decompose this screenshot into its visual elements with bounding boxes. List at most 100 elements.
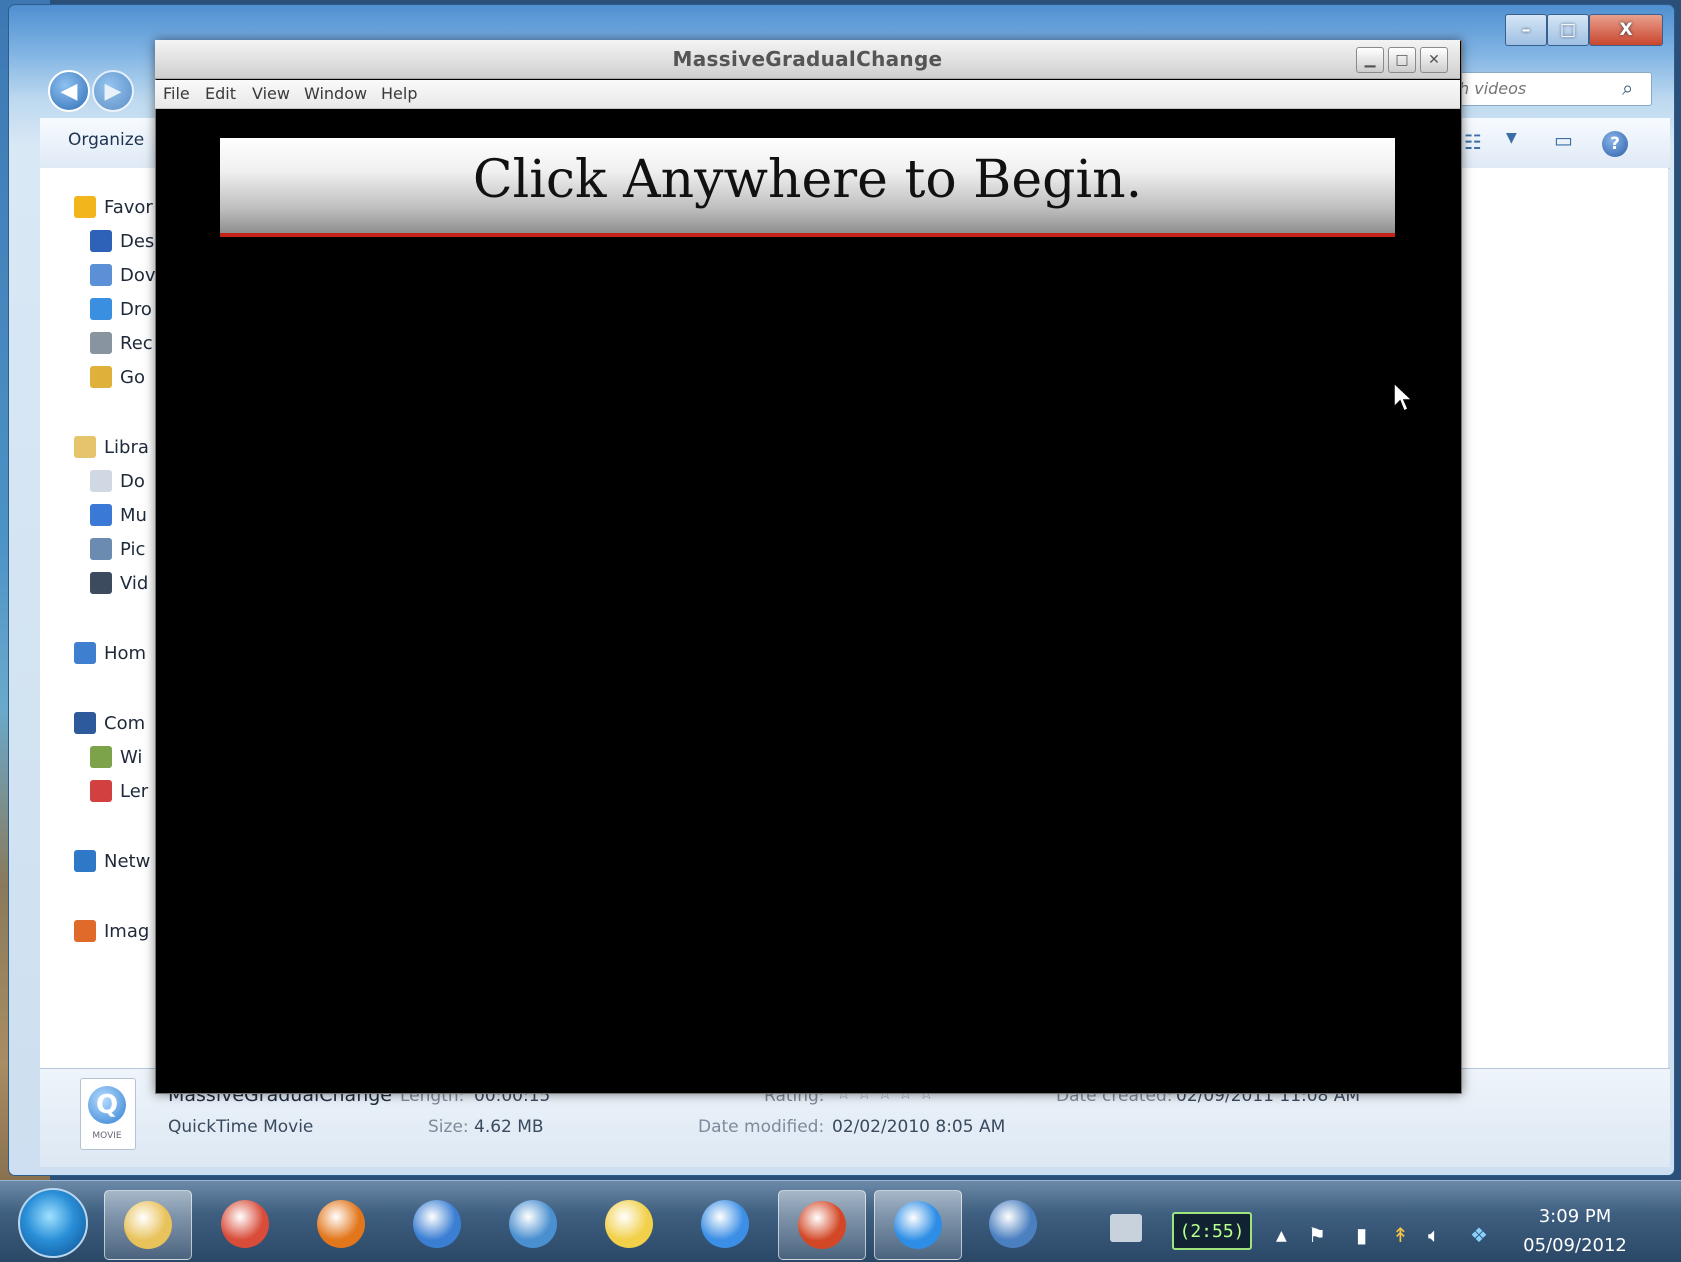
music-icon (90, 504, 112, 526)
virtual-machine-taskbar-button[interactable] (490, 1190, 576, 1258)
nav-item-label: Dov (120, 264, 156, 286)
nav-item[interactable]: Imag (74, 920, 149, 942)
pictures-icon (90, 538, 112, 560)
app-minimize-button[interactable]: ▁ (1356, 47, 1384, 73)
app-close-button[interactable]: ✕ (1420, 47, 1448, 73)
nav-item-label: Dro (120, 298, 152, 320)
google-drive-icon (90, 366, 112, 388)
back-arrow-icon: ◀ (60, 78, 78, 104)
close-button[interactable]: X (1589, 14, 1663, 46)
nav-item-label: Pic (120, 538, 146, 560)
nav-item[interactable]: Do (90, 470, 145, 492)
remote-desktop-taskbar-button[interactable] (394, 1190, 480, 1258)
firefox-taskbar-button[interactable] (298, 1190, 384, 1258)
nav-item-label: Libra (104, 436, 149, 458)
network-drive-icon (989, 1200, 1037, 1248)
mouse-cursor-icon (1393, 381, 1414, 413)
firefox-icon (317, 1200, 365, 1248)
nav-item[interactable]: Pic (90, 538, 145, 560)
clock-time[interactable]: 3:09 PM (1520, 1206, 1630, 1227)
downloads-icon (90, 264, 112, 286)
search-input[interactable] (1457, 73, 1621, 103)
app-title: MassiveGradualChange (672, 47, 943, 71)
nav-item[interactable]: Dov (90, 264, 156, 286)
recent-places-icon (90, 332, 112, 354)
organize-button[interactable]: Organize (68, 130, 144, 150)
nav-item[interactable]: Rec (90, 332, 153, 354)
nav-item[interactable]: Ler (90, 780, 148, 802)
nav-item[interactable]: Favor (74, 196, 153, 218)
wifi-signal-icon[interactable]: ↟ (1392, 1223, 1409, 1247)
nav-item[interactable]: Wi (90, 746, 142, 768)
explorer-taskbar-button[interactable] (104, 1190, 192, 1260)
libraries-icon (74, 436, 96, 458)
homegroup-icon (74, 642, 96, 664)
menu-edit[interactable]: Edit (205, 84, 236, 103)
dropbox-tray-icon[interactable]: ❖ (1470, 1223, 1488, 1247)
menu-help[interactable]: Help (381, 84, 417, 103)
keyboard-icon[interactable] (1110, 1214, 1142, 1242)
app-maximize-button[interactable]: □ (1388, 47, 1416, 73)
nav-item-label: Netw (104, 850, 151, 872)
battery-indicator[interactable]: (2:55) (1172, 1212, 1252, 1250)
itunes-taskbar-button[interactable] (682, 1190, 768, 1258)
nav-item-label: Imag (104, 920, 150, 942)
computer-icon (74, 712, 96, 734)
search-icon[interactable]: ⌕ (1622, 76, 1644, 100)
python-taskbar-button[interactable] (586, 1190, 672, 1258)
thumbnail-label: MOVIE (92, 1131, 122, 1141)
powerpoint-icon (798, 1201, 846, 1249)
nav-item[interactable]: Dro (90, 298, 152, 320)
remote-desktop-icon (413, 1200, 461, 1248)
chrome-taskbar-button[interactable] (202, 1190, 288, 1258)
date-modified-label: Date modified: (698, 1117, 825, 1137)
nav-item[interactable]: Hom (74, 642, 146, 664)
nav-item[interactable]: Vid (90, 572, 148, 594)
nav-item-label: Wi (120, 746, 143, 768)
network-taskbar-button[interactable] (970, 1190, 1056, 1258)
lenovo-drive-icon (90, 780, 112, 802)
nav-item-label: Ler (120, 780, 149, 802)
desktop-icon (90, 230, 112, 252)
clock-date[interactable]: 05/09/2012 (1520, 1235, 1630, 1256)
show-hidden-icons-button[interactable]: ▲ (1276, 1228, 1287, 1244)
back-button[interactable]: ◀ (48, 70, 90, 112)
file-type: QuickTime Movie (168, 1117, 314, 1137)
powerpoint-taskbar-button[interactable] (778, 1190, 866, 1260)
date-modified-value: 02/02/2010 8:05 AM (832, 1117, 1006, 1137)
battery-icon[interactable]: ▮ (1356, 1223, 1367, 1247)
minimize-button[interactable]: – (1505, 14, 1547, 46)
menu-view[interactable]: View (252, 84, 290, 103)
menu-window[interactable]: Window (304, 84, 367, 103)
preview-pane-icon[interactable]: ▭ (1554, 128, 1573, 152)
menu-file[interactable]: File (163, 84, 190, 103)
volume-icon[interactable]: 🔈︎ (1428, 1223, 1440, 1247)
nav-item[interactable]: Libra (74, 436, 149, 458)
nav-item-label: Mu (120, 504, 147, 526)
quicktime-icon (894, 1201, 942, 1249)
nav-item[interactable]: Mu (90, 504, 147, 526)
nav-item[interactable]: Netw (74, 850, 150, 872)
virtualbox-icon (509, 1200, 557, 1248)
network-icon (74, 850, 96, 872)
documents-icon (90, 470, 112, 492)
python-icon (605, 1200, 653, 1248)
chevron-down-icon[interactable]: ▼ (1506, 130, 1517, 146)
quicktime-icon: Q (88, 1086, 126, 1124)
nav-item[interactable]: Des (90, 230, 154, 252)
forward-button[interactable]: ▶ (92, 70, 134, 112)
quicktime-taskbar-button[interactable] (874, 1190, 962, 1260)
nav-item-label: Favor (104, 196, 153, 218)
dropbox-icon (90, 298, 112, 320)
nav-item-label: Do (120, 470, 145, 492)
chrome-icon (221, 1200, 269, 1248)
forward-arrow-icon: ▶ (104, 78, 122, 104)
view-options-icon[interactable]: ☷ (1464, 130, 1482, 154)
nav-item-label: Go (120, 366, 145, 388)
help-icon[interactable]: ? (1602, 131, 1628, 157)
maximize-button[interactable]: □ (1547, 14, 1589, 46)
nav-item[interactable]: Go (90, 366, 145, 388)
nav-item[interactable]: Com (74, 712, 145, 734)
action-center-flag-icon[interactable]: ⚑ (1308, 1223, 1326, 1247)
start-button[interactable] (18, 1188, 88, 1258)
